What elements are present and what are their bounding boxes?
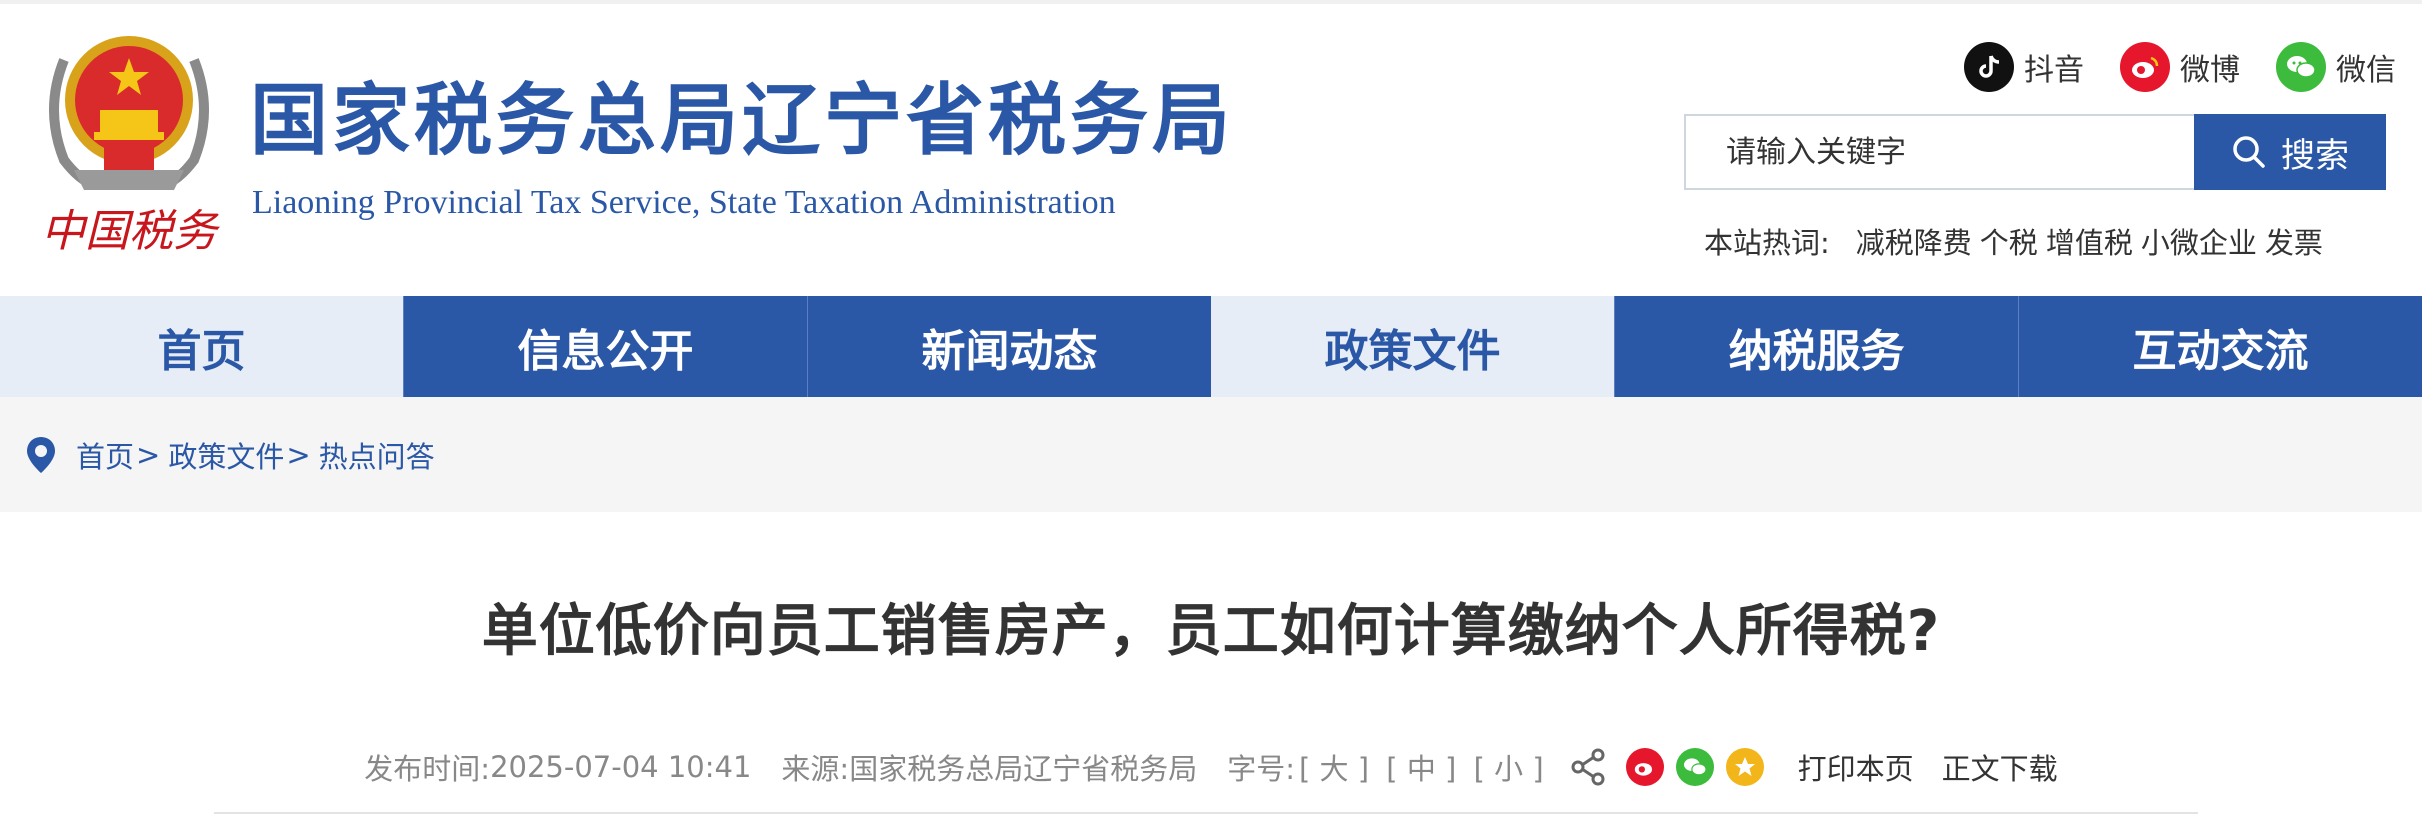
breadcrumb-separator: > <box>286 437 311 472</box>
favorite-star-icon[interactable] <box>1725 748 1764 786</box>
search-button[interactable]: 搜索 <box>2194 114 2386 190</box>
hot-keyword-link[interactable]: 个税 <box>1980 220 2038 262</box>
share-weibo-icon[interactable] <box>1625 748 1664 786</box>
nav-item-info-disclosure[interactable]: 信息公开 <box>403 296 807 397</box>
share-wechat-icon[interactable] <box>1675 748 1714 786</box>
social-douyin-label: 抖音 <box>2024 53 2084 88</box>
social-wechat[interactable]: 微信 <box>2276 42 2396 92</box>
content-divider <box>214 812 2198 814</box>
nav-item-interaction[interactable]: 互动交流 <box>2018 296 2422 397</box>
search-button-label: 搜索 <box>2281 135 2349 176</box>
article-meta: 发布时间: 2025-07-04 10:41 来源: 国家税务总局辽宁省税务局 … <box>0 746 2422 788</box>
font-size-small-button[interactable]: [ 小 ] <box>1474 752 1544 786</box>
download-text-link[interactable]: 正文下载 <box>1942 746 2058 788</box>
publish-time-label: 发布时间: <box>364 752 491 786</box>
nav-item-tax-service[interactable]: 纳税服务 <box>1614 296 2018 397</box>
hot-keyword-link[interactable]: 减税降费 <box>1856 220 1972 262</box>
breadcrumb-bar: 首页 > 政策文件 > 热点问答 <box>0 397 2422 512</box>
site-title[interactable]: 国家税务总局辽宁省税务局 <box>250 82 1234 160</box>
font-size-label: 字号: <box>1227 752 1295 786</box>
breadcrumb-separator: > <box>136 437 161 472</box>
article-title: 单位低价向员工销售房产，员工如何计算缴纳个人所得税? <box>481 599 1941 664</box>
print-page-link[interactable]: 打印本页 <box>1798 746 1914 788</box>
publish-time: 2025-07-04 10:41 <box>490 750 752 784</box>
breadcrumb: 首页 > 政策文件 > 热点问答 <box>76 434 435 476</box>
wechat-icon <box>2276 42 2326 92</box>
source-label: 来源: <box>781 752 850 786</box>
social-links: 抖音 微博 微信 <box>1964 42 2396 92</box>
search-bar: 搜索 <box>1684 114 2386 190</box>
share-icon[interactable] <box>1568 747 1608 787</box>
hot-keywords-label: 本站热词: <box>1704 226 1830 260</box>
hot-keywords: 本站热词: 减税降费 个税 增值税 小微企业 发票 <box>1704 220 2323 262</box>
search-icon <box>2233 136 2265 168</box>
site-subtitle: Liaoning Provincial Tax Service, State T… <box>252 184 1116 221</box>
font-size-large-button[interactable]: [ 大 ] <box>1299 752 1369 786</box>
weibo-icon <box>2120 42 2170 92</box>
social-douyin[interactable]: 抖音 <box>1964 42 2084 92</box>
search-input[interactable] <box>1684 114 2194 190</box>
douyin-icon <box>1964 42 2014 92</box>
breadcrumb-link-home[interactable]: 首页 <box>76 434 134 476</box>
hot-keyword-link[interactable]: 小微企业 <box>2141 220 2257 262</box>
social-weibo-label: 微博 <box>2180 53 2240 88</box>
font-size-medium-button[interactable]: [ 中 ] <box>1386 752 1456 786</box>
main-nav: 首页 信息公开 新闻动态 政策文件 纳税服务 互动交流 <box>0 296 2422 397</box>
emblem-text: 中国税务 <box>41 206 221 257</box>
nav-item-policy[interactable]: 政策文件 <box>1211 296 1614 397</box>
national-emblem-logo[interactable]: 中国税务 <box>34 20 224 260</box>
breadcrumb-link-hot-qa[interactable]: 热点问答 <box>319 434 435 476</box>
hot-keyword-link[interactable]: 发票 <box>2265 220 2323 262</box>
breadcrumb-link-policy[interactable]: 政策文件 <box>168 434 284 476</box>
site-header: 中国税务 国家税务总局辽宁省税务局 Liaoning Provincial Ta… <box>0 4 2422 296</box>
hot-keyword-link[interactable]: 增值税 <box>2046 220 2133 262</box>
location-pin-icon <box>27 436 55 473</box>
nav-item-news[interactable]: 新闻动态 <box>807 296 1211 397</box>
font-size-controls: [ 大 ] [ 中 ] [ 小 ] <box>1295 746 1548 788</box>
social-wechat-label: 微信 <box>2336 53 2396 88</box>
social-weibo[interactable]: 微博 <box>2120 42 2240 92</box>
source: 国家税务总局辽宁省税务局 <box>849 752 1198 786</box>
nav-item-home[interactable]: 首页 <box>0 296 403 397</box>
